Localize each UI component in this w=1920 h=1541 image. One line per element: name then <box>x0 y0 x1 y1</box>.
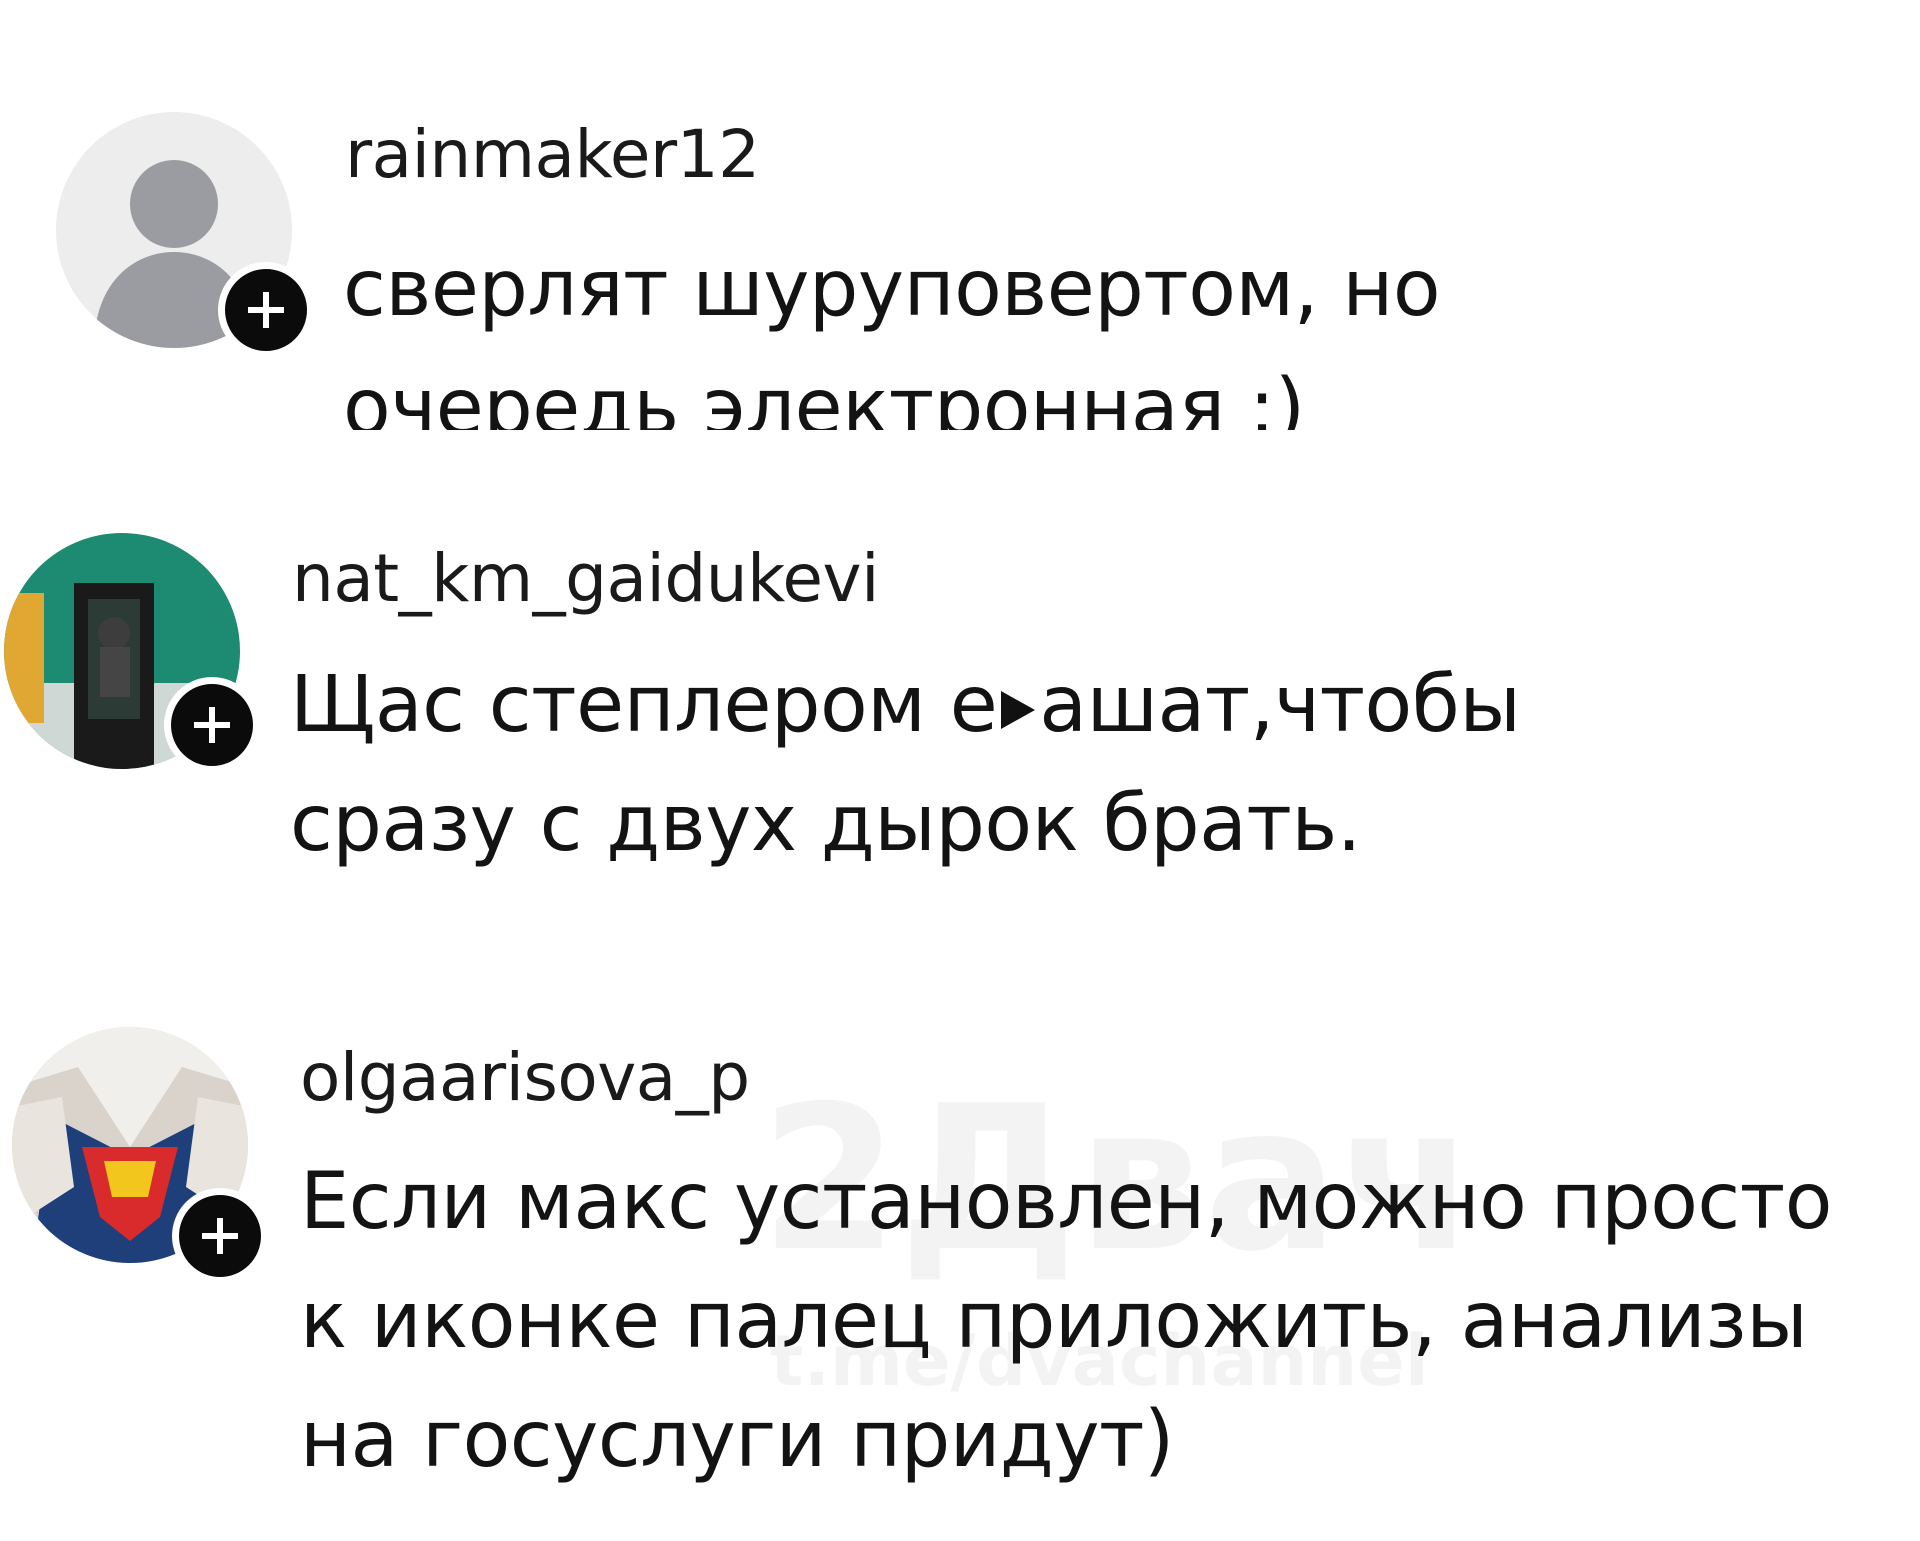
comment-item: olgaarisova_p Если макс установлен, можн… <box>0 0 1920 1541</box>
plus-icon <box>202 1218 238 1254</box>
comment-text: Если макс установлен, можно просто к ико… <box>300 1157 1832 1485</box>
comment-username[interactable]: olgaarisova_p <box>300 1045 750 1111</box>
follow-button[interactable] <box>172 1188 268 1284</box>
